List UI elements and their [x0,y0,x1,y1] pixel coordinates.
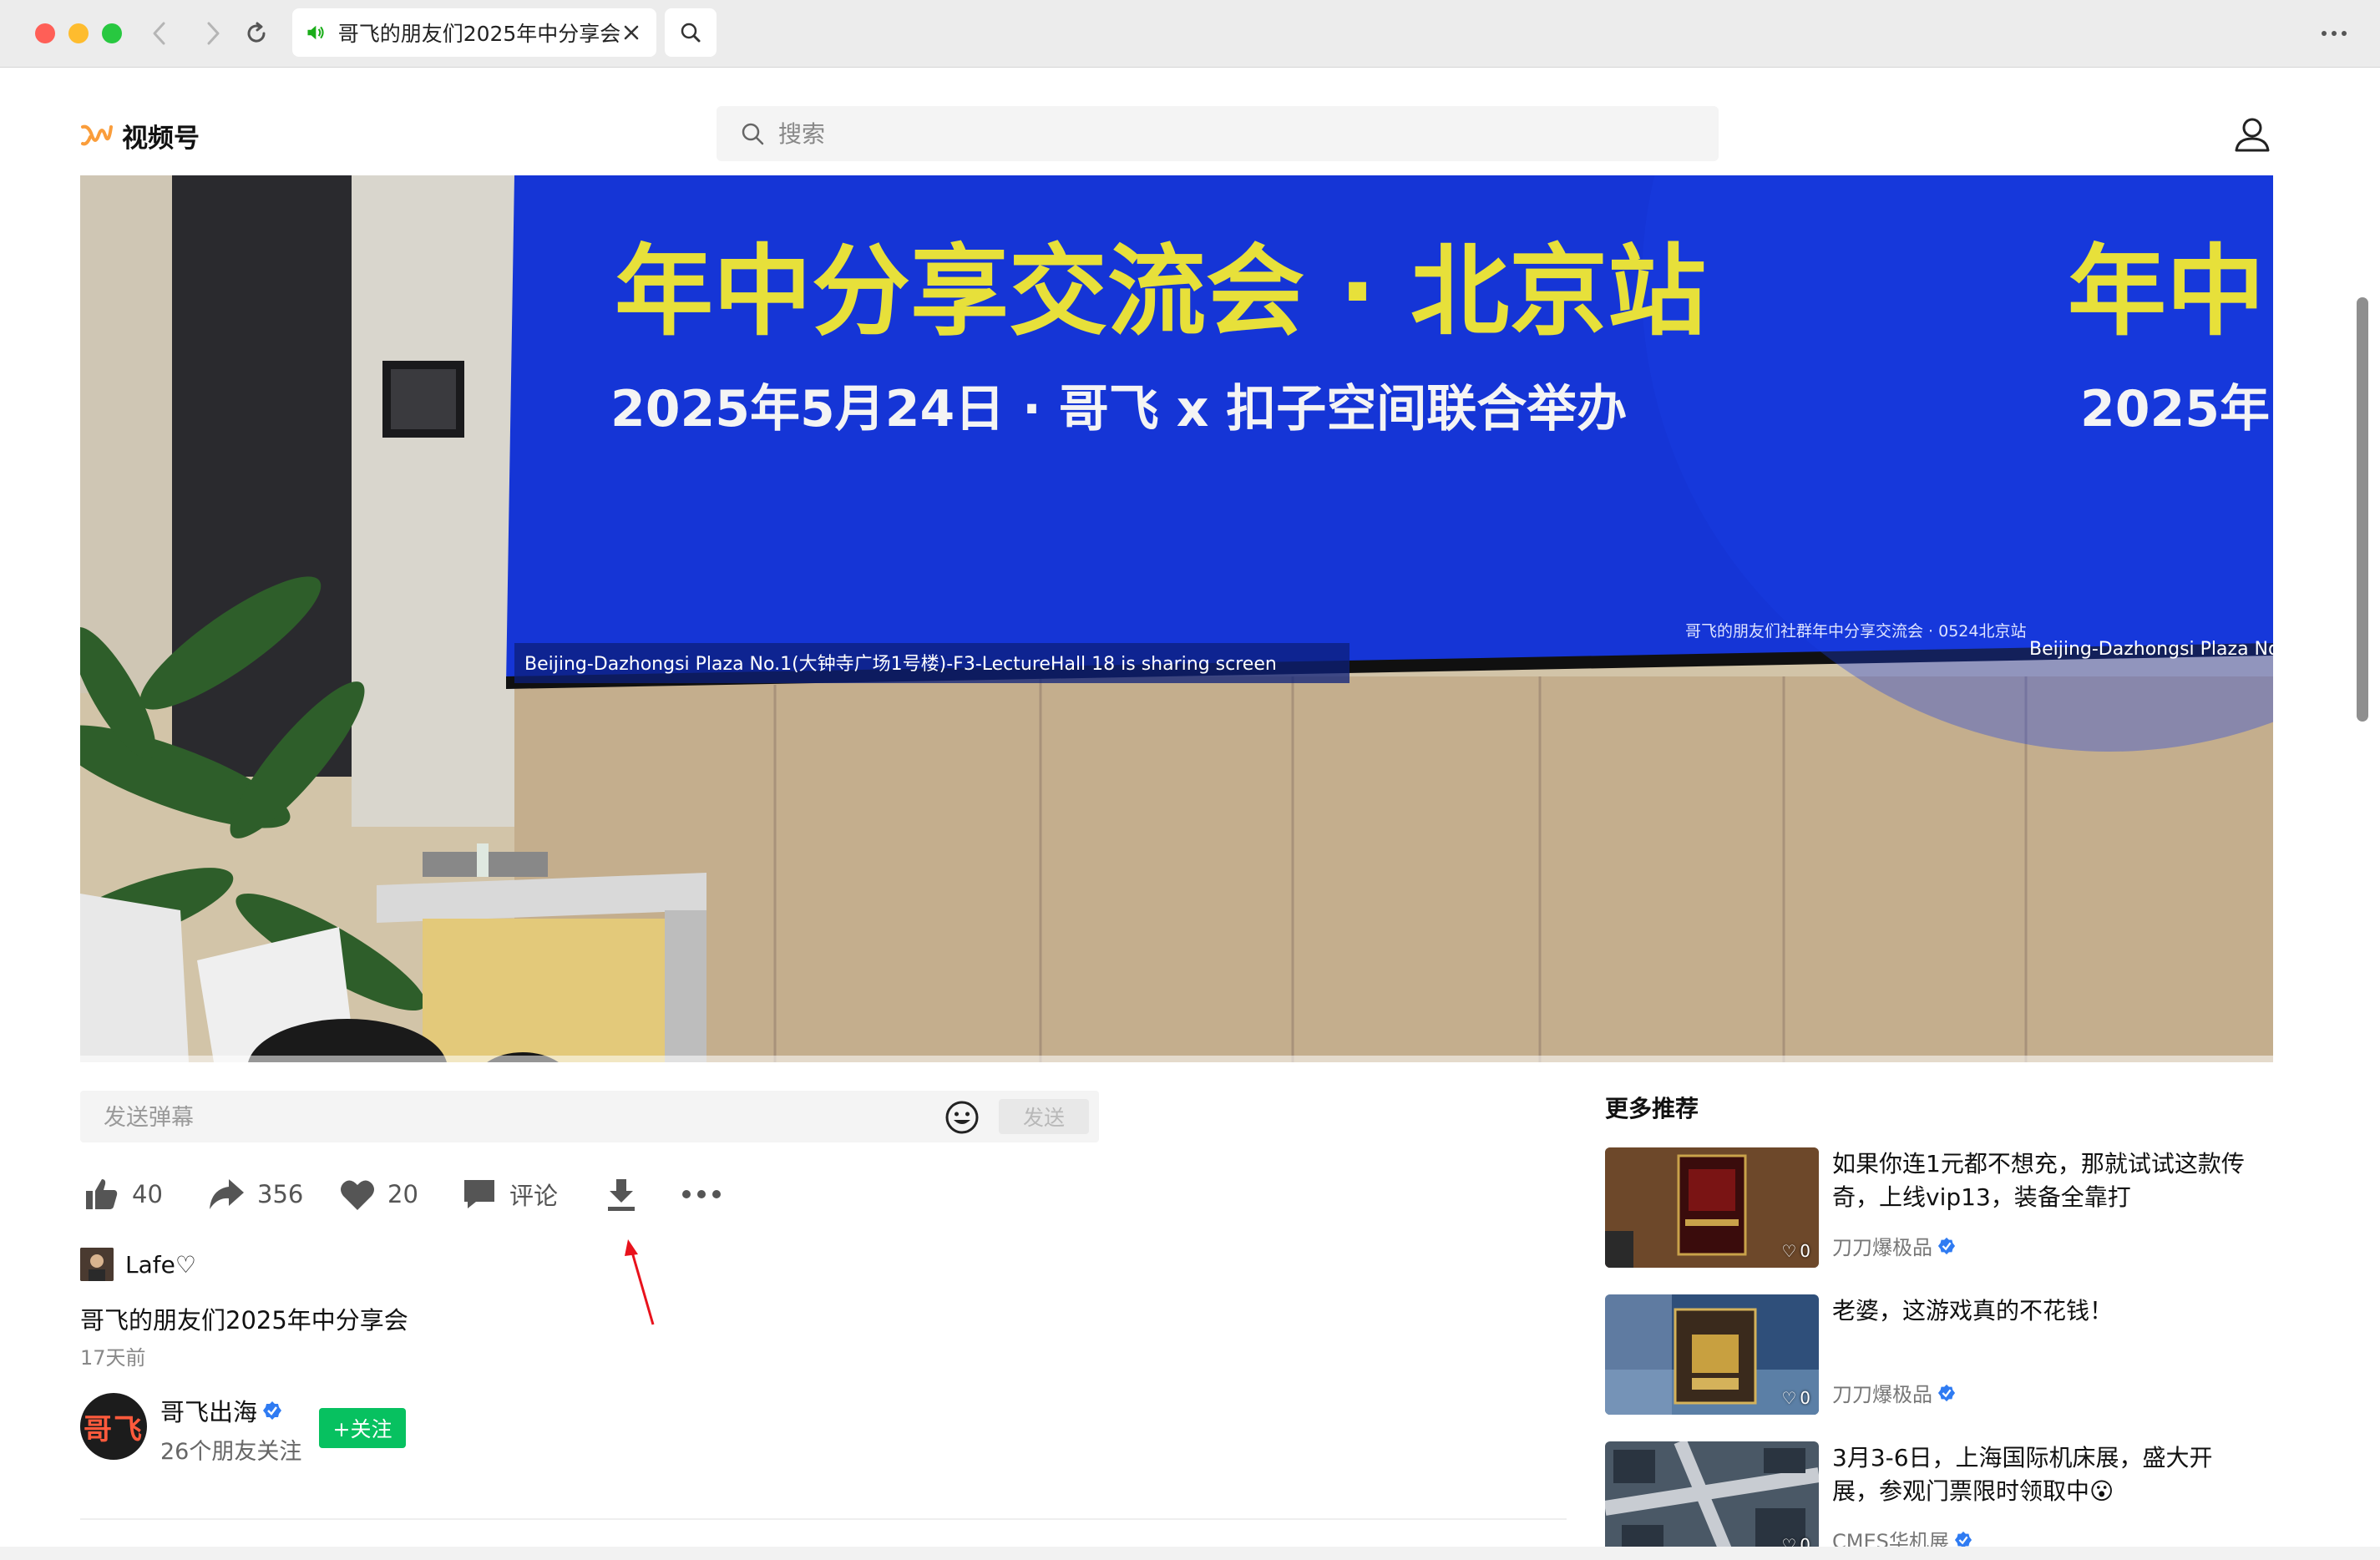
post-time: 17天前 [80,1346,146,1370]
recommendation-author-row: CMES华机展 [1832,1525,1972,1547]
recommendation-author: 刀刀爆极品 [1832,1236,1932,1259]
emoji-button[interactable] [944,1099,980,1136]
search-icon [742,123,764,145]
share-button[interactable]: 356 [207,1171,303,1218]
favorite-count: 20 [387,1180,418,1208]
bottom-edge [0,1547,2380,1560]
tab-title: 哥飞的朋友们2025年中分享会 [337,22,621,46]
recommendation-like-count: 0 [1800,1535,1810,1547]
video-title: 哥飞的朋友们2025年中分享会 [80,1306,408,1335]
screen-title: 年中分享交流会 · 北京站 [615,234,1706,349]
forward-button[interactable] [192,13,234,53]
author-name: Lafe♡ [125,1250,196,1279]
screen-subtitle: 2025年5月24日 · 哥飞 x 扣子空间联合举办 [610,380,1627,438]
logo-text: 视频号 [122,123,200,154]
more-actions-button[interactable] [681,1171,722,1218]
danmaku-bar: 发送 [80,1091,1099,1142]
browser-more-menu-button[interactable] [2313,17,2355,50]
minimize-window-button[interactable] [68,23,89,43]
download-icon [608,1179,635,1211]
close-window-button[interactable] [35,23,55,43]
download-button[interactable] [605,1171,638,1218]
recommendation-likes: ♡ 0 [1781,1535,1810,1547]
recommendation-title: 老婆，这游戏真的不花钱！ [1832,1297,2114,1324]
video-player[interactable]: 年中分享交流会 · 北京站 年中 2025年5月24日 · 哥飞 x 扣子空间联… [80,175,2273,1062]
heart-icon [341,1180,374,1210]
recommendation-author-row: 刀刀爆极品 [1832,1231,1956,1260]
search-icon [681,23,701,43]
author-avatar [80,1248,114,1281]
reload-icon [247,22,266,43]
recommendation-author-row: 刀刀爆极品 [1832,1378,1956,1407]
channels-logo[interactable]: 视频号 [80,115,200,155]
recommendation-item[interactable]: ♡ 0 3月3-6日，上海国际机床展，盛大开展，参观门票限时领取中😮 CMES华… [1605,1441,2273,1547]
screen-subtitle-fragment: 2025年5 [2080,380,2273,438]
recommendation-title: 如果你连1元都不想充，那就试试这款传奇，上线vip13，装备全靠打 [1832,1150,2245,1211]
recommendation-author: 刀刀爆极品 [1832,1383,1932,1406]
annotation-arrow [625,1239,655,1325]
screen-title-fragment: 年中 [2068,234,2265,349]
like-button[interactable]: 40 [84,1171,163,1218]
speaker-icon [307,25,324,40]
video-progress-bar[interactable] [80,1056,2273,1062]
video-frame: 年中分享交流会 · 北京站 年中 2025年5月24日 · 哥飞 x 扣子空间联… [80,175,2273,1062]
emoji-icon [945,1101,979,1134]
screen-small-text: 哥飞的朋友们社群年中分享交流会 · 0524北京站 [1685,622,2026,641]
divider [80,1518,1567,1520]
post-author[interactable]: Lafe♡ [80,1246,196,1283]
recommendation-likes: ♡ 0 [1781,1388,1810,1408]
page-scrollbar[interactable] [2357,297,2368,722]
channel-followers: 26个朋友关注 [160,1439,302,1465]
share-count: 356 [257,1180,304,1208]
reload-button[interactable] [235,13,277,53]
like-count: 40 [132,1180,163,1208]
user-profile-button[interactable] [2233,115,2271,154]
channel-name-row[interactable]: 哥飞出海 [160,1393,282,1428]
danmaku-send-button[interactable]: 发送 [999,1099,1089,1134]
thumbs-up-icon [86,1179,118,1209]
comment-label: 评论 [509,1182,559,1210]
recommendation-author: CMES华机展 [1832,1530,1949,1547]
recommendation-likes: ♡ 0 [1781,1241,1810,1261]
follow-button[interactable]: +关注 [319,1408,406,1448]
recommendation-like-count: 0 [1800,1388,1810,1408]
verified-badge-icon [1937,1384,1956,1401]
favorite-button[interactable]: 20 [339,1171,418,1218]
user-icon [2235,118,2270,152]
verified-badge-icon [263,1401,282,1420]
danmaku-input[interactable] [102,1101,940,1134]
channels-logo-icon [81,124,113,146]
search-box[interactable] [717,106,1719,161]
chevron-right-icon [207,22,220,45]
recommendations-heading: 更多推荐 [1605,1095,1699,1122]
browser-search-button[interactable] [665,8,717,57]
browser-tab[interactable]: 哥飞的朋友们2025年中分享会 [292,8,656,57]
recommendation-item[interactable]: ♡ 0 如果你连1元都不想充，那就试试这款传奇，上线vip13，装备全靠打 刀刀… [1605,1147,2273,1269]
channel-name: 哥飞出海 [160,1398,258,1426]
recommendation-thumbnail: ♡ 0 [1605,1147,1819,1268]
tab-close-button[interactable] [620,20,641,45]
verified-badge-icon [1954,1531,1972,1547]
zoom-window-button[interactable] [102,23,122,43]
channel-avatar[interactable]: 哥飞 [80,1393,147,1460]
back-button[interactable] [139,13,180,53]
recommendation-thumbnail: ♡ 0 [1605,1441,1819,1547]
browser-toolbar: 哥飞的朋友们2025年中分享会 [0,0,2380,68]
recommendation-like-count: 0 [1800,1241,1810,1261]
chevron-left-icon [153,22,165,45]
recommendation-thumbnail: ♡ 0 [1605,1294,1819,1415]
search-input[interactable] [777,119,1615,149]
sharing-bar-fragment: Beijing-Dazhongsi Plaza No.1(大 [2029,639,2273,660]
recommendation-item[interactable]: ♡ 0 老婆，这游戏真的不花钱！ 刀刀爆极品 [1605,1294,2273,1416]
close-icon [624,25,638,40]
sharing-bar-text: Beijing-Dazhongsi Plaza No.1(大钟寺广场1号楼)-F… [524,654,1277,675]
share-icon [210,1179,244,1209]
comment-icon [464,1180,494,1208]
comment-button[interactable]: 评论 [461,1171,558,1218]
recommendation-title: 3月3-6日，上海国际机床展，盛大开展，参观门票限时领取中😮 [1832,1444,2213,1505]
more-icon [682,1190,721,1198]
verified-badge-icon [1937,1237,1956,1254]
